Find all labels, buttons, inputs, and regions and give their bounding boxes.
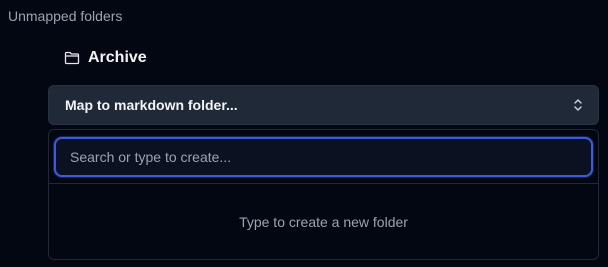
section-title: Unmapped folders <box>8 8 123 24</box>
folder-dropdown: Type to create a new folder <box>48 129 599 260</box>
folder-mapping-panel: Unmapped folders Archive Map to markdown… <box>0 0 608 267</box>
select-label: Map to markdown folder... <box>65 97 238 113</box>
folder-icon <box>64 51 80 65</box>
folder-search-input[interactable] <box>54 137 593 177</box>
dropdown-divider <box>49 183 598 184</box>
map-to-markdown-folder-select[interactable]: Map to markdown folder... <box>48 85 599 125</box>
folder-name: Archive <box>88 49 147 66</box>
empty-state-hint: Type to create a new folder <box>239 214 408 230</box>
folder-item: Archive <box>64 47 147 69</box>
chevrons-up-down-icon <box>572 97 584 113</box>
